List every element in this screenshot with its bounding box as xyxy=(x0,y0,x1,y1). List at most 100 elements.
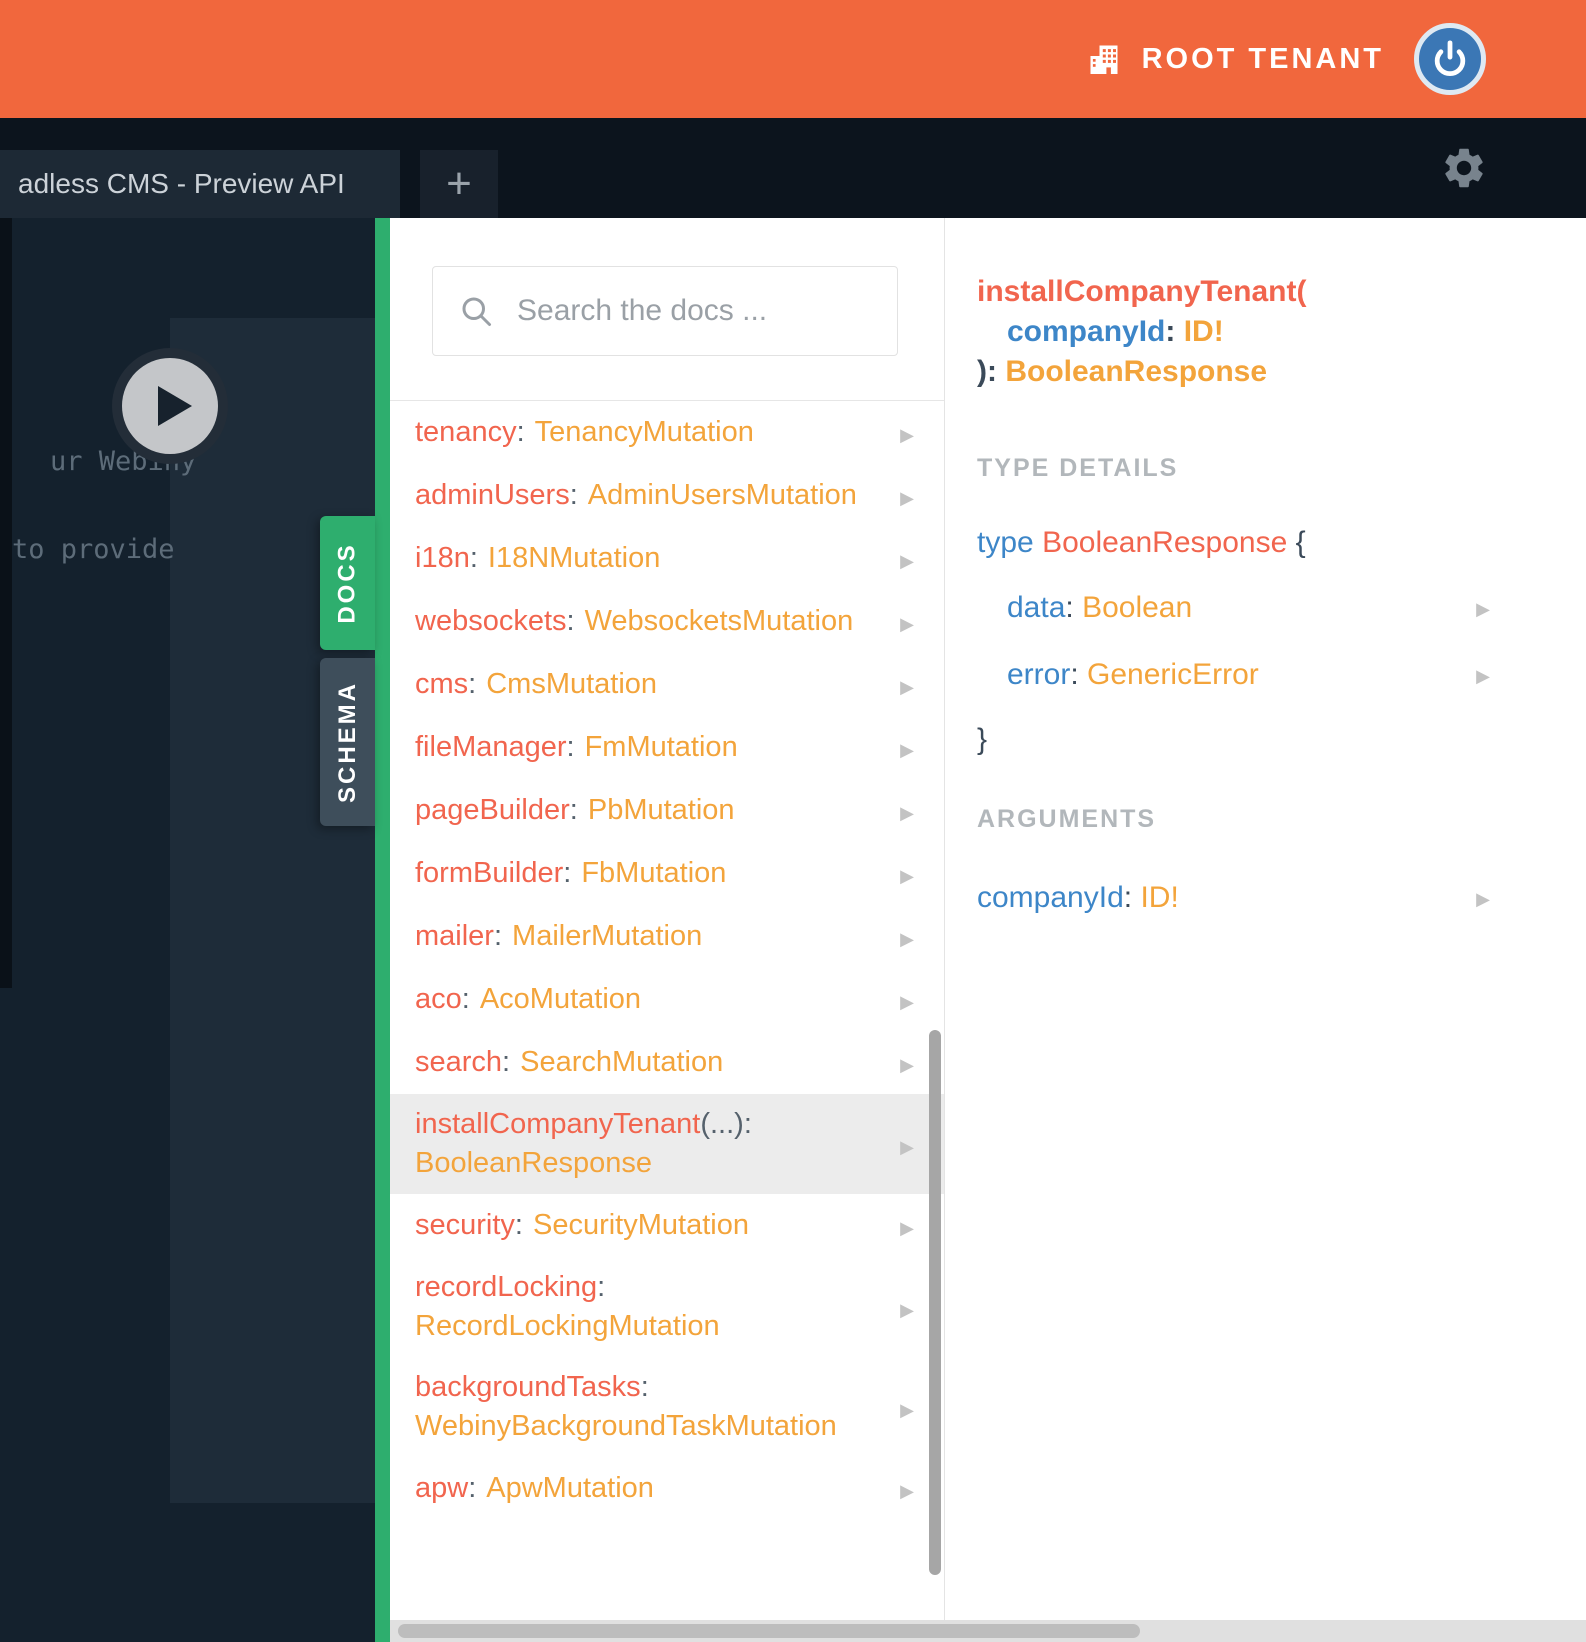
argument-name: companyId xyxy=(977,881,1124,914)
field-text: tenancy: TenancyMutation xyxy=(415,416,754,449)
field-name: search xyxy=(415,1046,503,1078)
docs-list-scrollbar[interactable] xyxy=(929,1030,941,1575)
field-name: security xyxy=(415,1209,515,1241)
docs-field-cms[interactable]: cms: CmsMutation xyxy=(390,653,944,716)
field-name: fileManager xyxy=(415,731,567,763)
docs-tab[interactable]: DOCS xyxy=(320,516,375,650)
field-colon: : xyxy=(1070,658,1079,691)
type-details-heading: TYPE DETAILS xyxy=(977,454,1179,482)
type-field-error[interactable]: error: GenericError xyxy=(977,641,1554,708)
chevron-right-icon xyxy=(1476,574,1490,641)
docs-field-fileManager[interactable]: fileManager: FmMutation xyxy=(390,716,944,779)
horizontal-scrollbar-track[interactable] xyxy=(390,1620,1586,1642)
docs-field-search[interactable]: search: SearchMutation xyxy=(390,1031,944,1094)
field-punct: : xyxy=(493,920,503,952)
field-punct: : xyxy=(468,668,477,700)
field-type: GenericError xyxy=(1087,658,1259,691)
chevron-right-icon xyxy=(900,479,914,512)
field-type: TenancyMutation xyxy=(534,416,754,448)
chevron-right-icon xyxy=(900,983,914,1016)
signature-arg-type: ID! xyxy=(1183,315,1224,348)
field-type: Boolean xyxy=(1082,591,1193,624)
playground-tabbar: adless CMS - Preview API + xyxy=(0,118,1586,218)
field-colon: : xyxy=(1065,591,1074,624)
playground-main: ur Webiny to provide DOCS SCHEMA Search … xyxy=(0,218,1586,1642)
field-type: AdminUsersMutation xyxy=(587,479,857,511)
field-text: security: SecurityMutation xyxy=(415,1209,749,1242)
field-text: i18n: I18NMutation xyxy=(415,542,660,575)
docs-field-aco[interactable]: aco: AcoMutation xyxy=(390,968,944,1031)
field-text: websockets: WebsocketsMutation xyxy=(415,605,853,638)
field-punct: : xyxy=(468,1472,477,1504)
editor-code-line[interactable]: to provide xyxy=(12,534,175,565)
schema-tab-label: SCHEMA xyxy=(333,680,361,804)
field-punct: : xyxy=(502,1046,511,1078)
chevron-right-icon xyxy=(900,731,914,764)
building-icon xyxy=(1090,45,1118,74)
field-name: websockets xyxy=(415,605,567,637)
docs-field-security[interactable]: security: SecurityMutation xyxy=(390,1194,944,1257)
field-text: recordLocking: RecordLockingMutation xyxy=(415,1257,720,1357)
open-brace: { xyxy=(1295,526,1306,559)
field-text: fileManager: FmMutation xyxy=(415,731,738,764)
field-name: cms xyxy=(415,668,469,700)
docs-field-recordLocking[interactable]: recordLocking: RecordLockingMutation xyxy=(390,1257,944,1357)
docs-field-mailer[interactable]: mailer: MailerMutation xyxy=(390,905,944,968)
field-type: WebinyBackgroundTaskMutation xyxy=(415,1410,837,1442)
chevron-right-icon xyxy=(900,416,914,449)
signature-arg-name: companyId xyxy=(1007,315,1166,348)
field-name: installCompanyTenant xyxy=(415,1108,701,1140)
plus-label: + xyxy=(446,159,472,208)
field-type: MailerMutation xyxy=(512,920,703,952)
chevron-right-icon xyxy=(900,1046,914,1079)
docs-field-websockets[interactable]: websockets: WebsocketsMutation xyxy=(390,590,944,653)
chevron-right-icon xyxy=(900,542,914,575)
docs-search-input[interactable] xyxy=(432,266,898,356)
field-punct: : xyxy=(597,1271,606,1303)
docs-field-installCompanyTenant[interactable]: installCompanyTenant(...): BooleanRespons… xyxy=(390,1094,944,1194)
docs-field-pageBuilder[interactable]: pageBuilder: PbMutation xyxy=(390,779,944,842)
type-field-data[interactable]: data: Boolean xyxy=(977,574,1554,641)
field-text: error: GenericError xyxy=(1007,643,1259,706)
field-text: mailer: MailerMutation xyxy=(415,920,702,953)
horizontal-scrollbar-thumb[interactable] xyxy=(398,1624,1140,1638)
run-query-button[interactable] xyxy=(112,348,228,464)
field-type: ApwMutation xyxy=(486,1472,654,1504)
docs-field-tenancy[interactable]: tenancy: TenancyMutation xyxy=(390,401,944,464)
field-name: formBuilder xyxy=(415,857,564,889)
signature-return-type: BooleanResponse xyxy=(1005,355,1268,388)
field-name: aco xyxy=(415,983,462,1015)
power-icon xyxy=(1434,40,1466,76)
docs-field-formBuilder[interactable]: formBuilder: FbMutation xyxy=(390,842,944,905)
field-type: RecordLockingMutation xyxy=(415,1310,720,1342)
schema-tab[interactable]: SCHEMA xyxy=(320,658,375,826)
field-type: FmMutation xyxy=(584,731,738,763)
field-text: backgroundTasks: WebinyBackgroundTaskMuta… xyxy=(415,1357,837,1457)
new-tab-button[interactable]: + xyxy=(420,150,498,218)
field-type: PbMutation xyxy=(587,794,735,826)
docs-panel: tenancy: TenancyMutation adminUsers: Admin… xyxy=(390,218,945,1642)
field-name: adminUsers xyxy=(415,479,570,511)
field-name: error xyxy=(1007,658,1071,691)
settings-button[interactable] xyxy=(1440,144,1488,192)
field-detail-panel: installCompanyTenant( companyId: ID! ): … xyxy=(945,218,1586,1642)
field-name: tenancy xyxy=(415,416,517,448)
docs-field-i18n[interactable]: i18n: I18NMutation xyxy=(390,527,944,590)
docs-field-adminUsers[interactable]: adminUsers: AdminUsersMutation xyxy=(390,464,944,527)
field-type: AcoMutation xyxy=(479,983,642,1015)
argument-companyId[interactable]: companyId: ID! xyxy=(945,864,1586,931)
arguments-heading: ARGUMENTS xyxy=(977,805,1157,833)
field-name: pageBuilder xyxy=(415,794,570,826)
user-menu-button[interactable] xyxy=(1414,23,1486,95)
chevron-right-icon xyxy=(900,857,914,890)
docs-field-apw[interactable]: apw: ApwMutation xyxy=(390,1457,944,1520)
tenant-selector[interactable]: ROOT TENANT xyxy=(1086,41,1384,77)
tenant-label: ROOT TENANT xyxy=(1141,42,1384,75)
docs-field-backgroundTasks[interactable]: backgroundTasks: WebinyBackgroundTaskMuta… xyxy=(390,1357,944,1457)
field-type: I18NMutation xyxy=(487,542,661,574)
field-text: search: SearchMutation xyxy=(415,1046,723,1079)
field-punct: : xyxy=(563,857,572,889)
play-icon xyxy=(157,386,192,426)
tab-headless-cms-preview-api[interactable]: adless CMS - Preview API xyxy=(0,150,400,218)
chevron-right-icon xyxy=(900,1291,914,1324)
